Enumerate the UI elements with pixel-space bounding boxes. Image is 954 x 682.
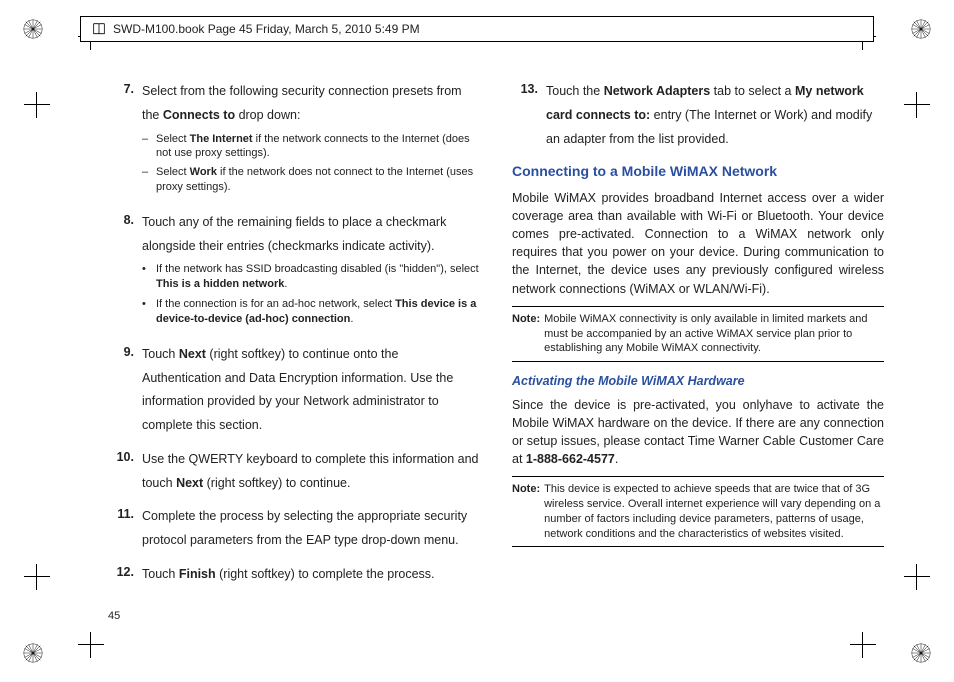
crop-mark-icon — [904, 564, 930, 590]
step-12: 12. Touch Finish (right softkey) to comp… — [108, 563, 480, 587]
ornament-icon — [910, 18, 932, 40]
book-icon — [91, 21, 107, 37]
step8-bullet1: If the network has SSID broadcasting dis… — [142, 262, 480, 292]
step-11: 11. Complete the process by selecting th… — [108, 505, 480, 553]
activating-para: Since the device is pre-activated, you o… — [512, 396, 884, 469]
step8-bullet2: If the connection is for an ad-hoc netwo… — [142, 297, 480, 327]
page-number: 45 — [108, 610, 120, 622]
crop-mark-icon — [904, 92, 930, 118]
ornament-icon — [22, 18, 44, 40]
sub-heading-activating: Activating the Mobile WiMAX Hardware — [512, 372, 884, 391]
section-heading-wimax: Connecting to a Mobile WiMAX Network — [512, 161, 884, 183]
crop-mark-icon — [78, 632, 104, 658]
note-text: Mobile WiMAX connectivity is only availa… — [544, 312, 884, 357]
page-header: SWD-M100.book Page 45 Friday, March 5, 2… — [80, 16, 874, 42]
step7-dash2: Select Work if the network does not conn… — [142, 165, 480, 195]
ornament-icon — [22, 642, 44, 664]
note-label: Note: — [512, 482, 544, 541]
step7-dash1: Select The Internet if the network conne… — [142, 132, 480, 162]
step-8: 8. Touch any of the remaining fields to … — [108, 211, 480, 333]
step-13: 13. Touch the Network Adapters tab to se… — [512, 80, 884, 151]
crop-mark-icon — [24, 564, 50, 590]
step-9: 9. Touch Next (right softkey) to continu… — [108, 343, 480, 438]
note-label: Note: — [512, 312, 544, 357]
crop-mark-icon — [850, 632, 876, 658]
header-text: SWD-M100.book Page 45 Friday, March 5, 2… — [113, 22, 420, 36]
crop-mark-icon — [24, 92, 50, 118]
left-column: 7. Select from the following security co… — [108, 80, 480, 602]
note-text: This device is expected to achieve speed… — [544, 482, 884, 541]
wimax-intro-para: Mobile WiMAX provides broadband Internet… — [512, 189, 884, 298]
step-7: 7. Select from the following security co… — [108, 80, 480, 201]
note-block-2: Note: This device is expected to achieve… — [512, 476, 884, 547]
ornament-icon — [910, 642, 932, 664]
right-column: 13. Touch the Network Adapters tab to se… — [512, 80, 884, 602]
note-block-1: Note: Mobile WiMAX connectivity is only … — [512, 306, 884, 363]
step-10: 10. Use the QWERTY keyboard to complete … — [108, 448, 480, 496]
page-content: 7. Select from the following security co… — [108, 80, 884, 602]
